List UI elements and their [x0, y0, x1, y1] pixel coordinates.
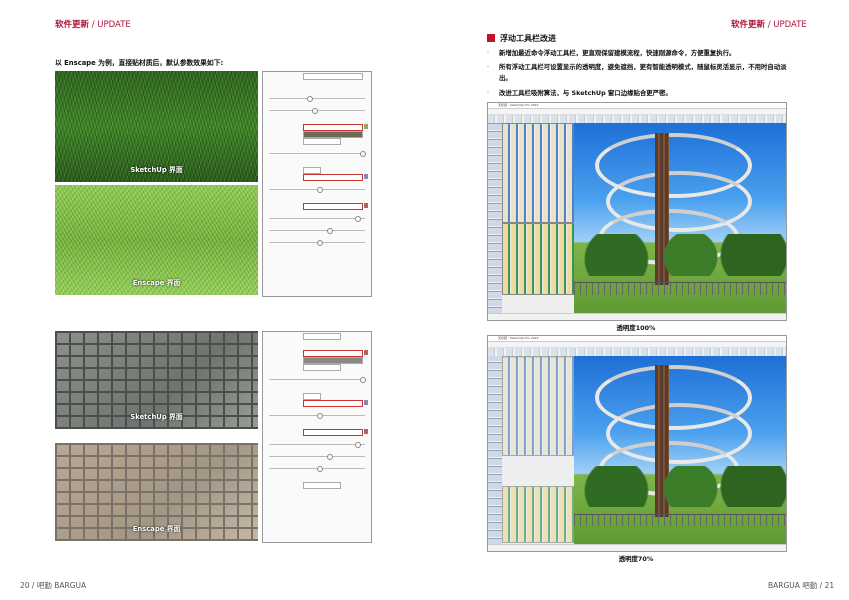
bullet-dot-icon: ·: [487, 89, 490, 97]
header-en: UPDATE: [97, 20, 131, 30]
screenshot-caption: 透明度70%: [618, 555, 654, 563]
viewport-scene: [574, 123, 786, 314]
header-cn: 软件更新: [55, 20, 90, 30]
header-en: UPDATE: [773, 20, 807, 30]
stone-enscape-image: Enscape 界面: [55, 443, 258, 541]
section-title: 浮动工具栏改进: [487, 33, 556, 44]
bullet-text: 所有浮动工具栏可设置显示的透明度，避免遮挡，更有智能透明模式，随鼠标灵活显示，不…: [499, 63, 787, 82]
bullet-dot-icon: ·: [487, 63, 490, 71]
bullet-item: · 新增加最近命令浮动工具栏，更直观保留建模流程，快速刚源命令，方便重复执行。: [487, 48, 787, 59]
texture-caption: SketchUp 界面: [130, 166, 183, 174]
material-settings-panel-stone: [262, 331, 372, 543]
left-page: 软件更新 / UPDATE 以 Enscape 为例，直接贴材质后，默认参数效果…: [0, 0, 424, 600]
grass-sketchup-image: SketchUp 界面: [55, 71, 258, 182]
texture-caption: Enscape 界面: [132, 525, 181, 533]
screenshot-caption: 透明度100%: [616, 324, 656, 332]
texture-caption: Enscape 界面: [132, 279, 181, 287]
sketchup-screenshot-opaque: 无标题 - SketchUp Pro 2022: [487, 102, 787, 321]
recent-commands-toolbar: [502, 356, 576, 456]
section-marker-icon: [487, 34, 495, 42]
sketchup-screenshot-transparent: 无标题 - SketchUp Pro 2022: [487, 335, 787, 552]
bullet-dot-icon: ·: [487, 49, 490, 57]
floating-toolbar: [502, 223, 576, 295]
bullet-item: · 所有浮动工具栏可设置显示的透明度，避免遮挡，更有智能透明模式，随鼠标灵活显示…: [487, 62, 787, 84]
left-footer: 20 / 吧勤 BARGUA: [20, 581, 87, 590]
bullet-text: 改进工具栏吸附算法，与 SketchUp 窗口边缘贴合更严密。: [499, 89, 672, 97]
left-header: 软件更新 / UPDATE: [55, 18, 131, 30]
stone-sketchup-image: SketchUp 界面: [55, 331, 258, 429]
recent-commands-toolbar: [502, 123, 576, 223]
bullet-item: · 改进工具栏吸附算法，与 SketchUp 窗口边缘贴合更严密。: [487, 88, 787, 99]
grass-enscape-image: Enscape 界面: [55, 185, 258, 295]
header-cn: 软件更新: [731, 20, 766, 30]
viewport-scene: [574, 356, 786, 545]
bullet-text: 新增加最近命令浮动工具栏，更直观保留建模流程，快速刚源命令，方便重复执行。: [499, 49, 736, 57]
right-header: 软件更新 / UPDATE: [731, 18, 807, 30]
floating-toolbar: [502, 486, 576, 543]
section-title-text: 浮动工具栏改进: [500, 34, 556, 43]
texture-caption: SketchUp 界面: [130, 413, 183, 421]
material-settings-panel: [262, 71, 372, 297]
intro-text: 以 Enscape 为例，直接贴材质后，默认参数效果如下:: [55, 59, 224, 67]
right-footer: BARGUA 吧勤 / 21: [768, 581, 835, 590]
